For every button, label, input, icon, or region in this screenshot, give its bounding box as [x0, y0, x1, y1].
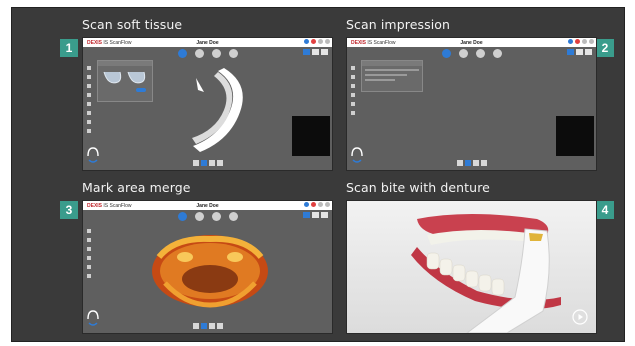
app-logo: DEXIS IS ScanFlow [87, 202, 132, 209]
tips-popup [97, 60, 153, 102]
app-logo: DEXIS IS ScanFlow [351, 39, 396, 46]
caption-mark-area-merge: Mark area merge [82, 180, 191, 195]
scan-toolbar[interactable] [441, 49, 502, 58]
window-controls[interactable] [304, 202, 330, 207]
window-controls[interactable] [304, 39, 330, 44]
scan-toolbar[interactable] [177, 212, 238, 221]
side-toolbar[interactable] [87, 229, 92, 278]
view-tools[interactable] [567, 49, 592, 55]
jaw-scan-model [152, 235, 268, 308]
side-toolbar[interactable] [87, 66, 92, 133]
camera-preview [292, 116, 330, 156]
bottom-toolbar[interactable] [456, 160, 487, 166]
soft-tissue-preview [103, 71, 146, 92]
camera-preview [556, 116, 594, 156]
step-badge-4: 4 [596, 201, 614, 219]
patient-name: Jane Doe [196, 39, 219, 46]
caption-scan-soft-tissue: Scan soft tissue [82, 17, 183, 32]
caption-scan-impression: Scan impression [346, 17, 451, 32]
window-controls[interactable] [568, 39, 594, 44]
caption-scan-bite-with-denture: Scan bite with denture [346, 180, 490, 195]
scan-toolbar[interactable] [177, 49, 238, 58]
bottom-toolbar[interactable] [192, 160, 223, 166]
tips-popup [361, 60, 423, 92]
step-badge-1: 1 [60, 39, 78, 57]
jaw-outline-illustration [192, 68, 243, 152]
side-toolbar[interactable] [351, 66, 356, 115]
view-tools[interactable] [303, 212, 328, 218]
denture-scan-illustration [347, 201, 596, 333]
screenshot-scan-impression: DEXIS IS ScanFlow Jane Doe [346, 37, 597, 171]
headset-icon[interactable] [87, 309, 99, 327]
app-titlebar: DEXIS IS ScanFlow Jane Doe [83, 38, 332, 47]
step-badge-3: 3 [60, 201, 78, 219]
tutorial-frame: Scan soft tissue Scan impression Mark ar… [11, 7, 625, 342]
patient-name: Jane Doe [196, 202, 219, 209]
bottom-toolbar[interactable] [192, 323, 223, 329]
app-titlebar: DEXIS IS ScanFlow Jane Doe [347, 38, 596, 47]
view-tools[interactable] [303, 49, 328, 55]
step-badge-2: 2 [596, 39, 614, 57]
video-scan-bite-with-denture[interactable] [346, 200, 597, 334]
headset-icon[interactable] [87, 146, 99, 164]
screenshot-scan-soft-tissue: DEXIS IS ScanFlow Jane Doe [82, 37, 333, 171]
patient-name: Jane Doe [460, 39, 483, 46]
play-icon[interactable] [572, 309, 588, 325]
headset-icon[interactable] [351, 146, 363, 164]
app-titlebar: DEXIS IS ScanFlow Jane Doe [83, 201, 332, 210]
app-logo: DEXIS IS ScanFlow [87, 39, 132, 46]
screenshot-mark-area-merge: DEXIS IS ScanFlow Jane Doe [82, 200, 333, 334]
